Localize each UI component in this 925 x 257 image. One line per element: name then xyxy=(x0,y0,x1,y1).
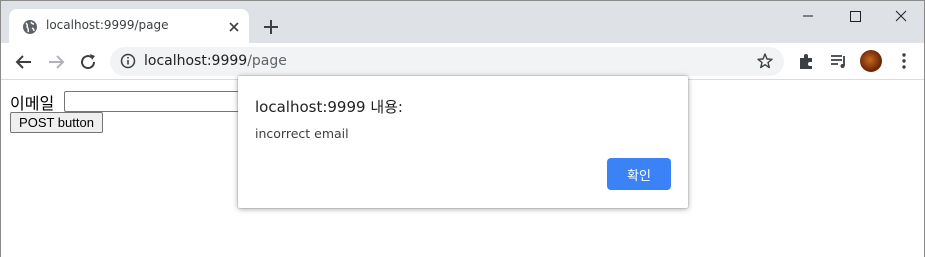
address-url: localhost:9999/page xyxy=(144,53,287,69)
alert-ok-button[interactable]: 확인 xyxy=(607,158,671,190)
reload-icon[interactable] xyxy=(76,50,100,74)
email-label: 이메일 xyxy=(10,94,55,113)
url-path: /page xyxy=(247,53,287,69)
minimize-icon[interactable] xyxy=(785,1,831,31)
globe-icon xyxy=(23,20,37,34)
maximize-icon[interactable] xyxy=(832,1,878,31)
email-field[interactable] xyxy=(64,91,244,112)
tab-strip: localhost:9999/page xyxy=(1,1,924,44)
back-arrow-icon[interactable] xyxy=(12,50,36,74)
puzzle-icon[interactable] xyxy=(797,51,817,71)
kebab-menu-icon[interactable] xyxy=(895,51,913,71)
close-icon[interactable] xyxy=(225,18,243,36)
star-icon[interactable] xyxy=(756,52,774,70)
alert-dialog: localhost:9999 내용: incorrect email 확인 xyxy=(238,76,688,208)
address-bar[interactable]: localhost:9999/page xyxy=(110,47,784,76)
media-queue-icon[interactable] xyxy=(829,51,849,71)
tab-title: localhost:9999/page xyxy=(46,18,169,32)
post-button[interactable]: POST button xyxy=(10,112,103,133)
plus-icon[interactable] xyxy=(260,16,282,38)
info-icon[interactable] xyxy=(120,53,136,69)
forward-arrow-icon[interactable] xyxy=(44,50,68,74)
profile-avatar[interactable] xyxy=(860,50,882,72)
browser-toolbar: localhost:9999/page xyxy=(1,43,924,80)
browser-window: localhost:9999/page localhost:9999/page … xyxy=(0,0,925,257)
alert-title: localhost:9999 내용: xyxy=(255,98,403,116)
alert-message: incorrect email xyxy=(255,126,349,141)
tab-active[interactable]: localhost:9999/page xyxy=(9,9,249,44)
url-host: localhost:9999 xyxy=(144,53,248,69)
window-close-icon[interactable] xyxy=(878,1,924,31)
